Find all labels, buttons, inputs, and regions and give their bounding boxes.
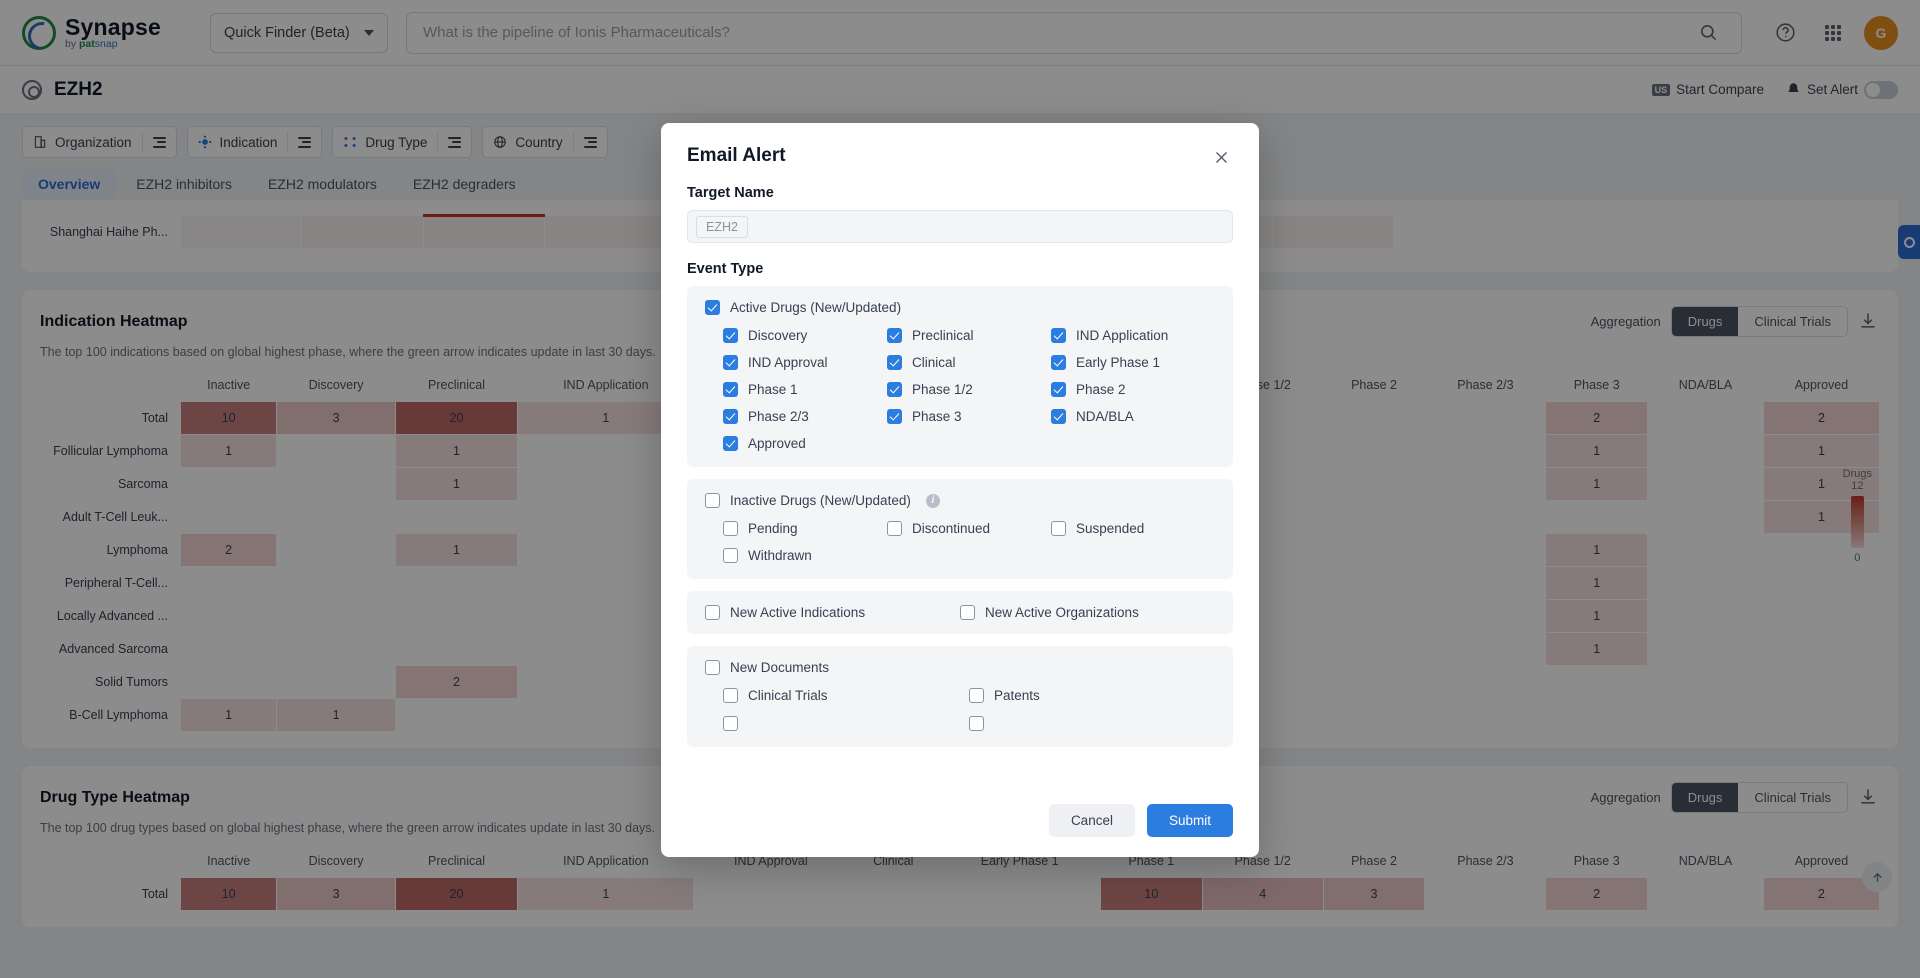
checkbox-discontinued[interactable]: Discontinued bbox=[887, 521, 1051, 536]
target-name-label: Target Name bbox=[687, 185, 774, 201]
submit-button[interactable]: Submit bbox=[1146, 804, 1233, 837]
checkbox-patents[interactable]: Patents bbox=[969, 688, 1215, 703]
checkbox-box[interactable] bbox=[1051, 521, 1066, 536]
checkbox-new-active-organizations[interactable]: New Active Organizations bbox=[960, 605, 1215, 620]
checkbox-label: Phase 2 bbox=[1076, 382, 1126, 397]
event-type-label: Event Type bbox=[687, 261, 764, 277]
checkbox-box[interactable] bbox=[723, 355, 738, 370]
checkbox-clinical-trials[interactable]: Clinical Trials bbox=[723, 688, 969, 703]
checkbox-box[interactable] bbox=[887, 382, 902, 397]
new-documents-group: New Documents Clinical Trials Patents bbox=[687, 646, 1233, 747]
checkbox-discovery[interactable]: Discovery bbox=[723, 328, 887, 343]
checkbox-label: Patents bbox=[994, 688, 1040, 703]
checkbox-label: Phase 3 bbox=[912, 409, 962, 424]
info-icon[interactable]: i bbox=[925, 493, 940, 508]
inactive-drugs-children: Pending Discontinued Suspended Withdrawn bbox=[723, 521, 1215, 563]
checkbox-box[interactable] bbox=[1051, 409, 1066, 424]
checkbox-label: New Active Indications bbox=[730, 605, 866, 620]
target-name-input: EZH2 bbox=[687, 210, 1233, 243]
checkbox-box[interactable] bbox=[1051, 328, 1066, 343]
checkbox-box[interactable] bbox=[723, 716, 738, 731]
checkbox-ind-application[interactable]: IND Application bbox=[1051, 328, 1215, 343]
checkbox-overflow-a[interactable] bbox=[723, 716, 969, 731]
checkbox-box[interactable] bbox=[723, 436, 738, 451]
checkbox-label: Preclinical bbox=[912, 328, 974, 343]
checkbox-box[interactable] bbox=[887, 355, 902, 370]
modal-body[interactable]: Target Name EZH2 Event Type Active Drugs… bbox=[661, 175, 1259, 790]
checkbox-approved[interactable]: Approved bbox=[723, 436, 887, 451]
checkbox-phase-3[interactable]: Phase 3 bbox=[887, 409, 1051, 424]
checkbox-phase-2-3[interactable]: Phase 2/3 bbox=[723, 409, 887, 424]
checkbox-overflow-b[interactable] bbox=[969, 716, 1215, 731]
checkbox-nda-bla[interactable]: NDA/BLA bbox=[1051, 409, 1215, 424]
checkbox-active-drugs[interactable]: Active Drugs (New/Updated) bbox=[705, 300, 1215, 315]
email-alert-modal: Email Alert Target Name EZH2 Event Type … bbox=[661, 123, 1259, 857]
checkbox-box[interactable] bbox=[723, 548, 738, 563]
checkbox-box[interactable] bbox=[723, 521, 738, 536]
checkbox-label: NDA/BLA bbox=[1076, 409, 1134, 424]
checkbox-box[interactable] bbox=[887, 409, 902, 424]
new-documents-children-overflow bbox=[723, 716, 1215, 731]
checkbox-box[interactable] bbox=[705, 660, 720, 675]
checkbox-box[interactable] bbox=[723, 382, 738, 397]
checkbox-inactive-drugs[interactable]: Inactive Drugs (New/Updated) i bbox=[705, 493, 1215, 508]
checkbox-label: Clinical Trials bbox=[748, 688, 828, 703]
new-active-group: New Active Indications New Active Organi… bbox=[687, 591, 1233, 634]
event-type-groups: Active Drugs (New/Updated) Discovery Precl… bbox=[687, 286, 1233, 579]
checkbox-box[interactable] bbox=[723, 409, 738, 424]
checkbox-label: Discovery bbox=[748, 328, 808, 343]
checkbox-withdrawn[interactable]: Withdrawn bbox=[723, 548, 887, 563]
checkbox-label: Discontinued bbox=[912, 521, 991, 536]
checkbox-preclinical[interactable]: Preclinical bbox=[887, 328, 1051, 343]
checkbox-label: Pending bbox=[748, 521, 798, 536]
checkbox-phase-2[interactable]: Phase 2 bbox=[1051, 382, 1215, 397]
checkbox-label: New Active Organizations bbox=[985, 605, 1139, 620]
checkbox-label: Active Drugs (New/Updated) bbox=[730, 300, 902, 315]
inactive-drugs-group: Inactive Drugs (New/Updated) i Pending Disc… bbox=[687, 479, 1233, 579]
checkbox-label: Early Phase 1 bbox=[1076, 355, 1161, 370]
checkbox-phase-1-2[interactable]: Phase 1/2 bbox=[887, 382, 1051, 397]
checkbox-label: Phase 1/2 bbox=[912, 382, 973, 397]
modal-title: Email Alert bbox=[687, 145, 786, 166]
checkbox-box[interactable] bbox=[705, 605, 720, 620]
checkbox-ind-approval[interactable]: IND Approval bbox=[723, 355, 887, 370]
new-active-row: New Active Indications New Active Organi… bbox=[705, 605, 1215, 620]
checkbox-box[interactable] bbox=[1051, 355, 1066, 370]
modal-footer: Cancel Submit bbox=[661, 790, 1259, 857]
checkbox-clinical[interactable]: Clinical bbox=[887, 355, 1051, 370]
checkbox-box[interactable] bbox=[969, 688, 984, 703]
new-documents-children: Clinical Trials Patents bbox=[723, 688, 1215, 703]
target-name-tag: EZH2 bbox=[696, 215, 748, 238]
checkbox-new-documents[interactable]: New Documents bbox=[705, 660, 1215, 675]
checkbox-label: Suspended bbox=[1076, 521, 1145, 536]
checkbox-box[interactable] bbox=[705, 493, 720, 508]
checkbox-box[interactable] bbox=[887, 328, 902, 343]
checkbox-box[interactable] bbox=[887, 521, 902, 536]
modal-header: Email Alert bbox=[661, 123, 1259, 175]
cancel-button[interactable]: Cancel bbox=[1048, 804, 1135, 837]
checkbox-early-phase-1[interactable]: Early Phase 1 bbox=[1051, 355, 1215, 370]
checkbox-label: Withdrawn bbox=[748, 548, 812, 563]
checkbox-label: Phase 1 bbox=[748, 382, 798, 397]
active-drugs-group: Active Drugs (New/Updated) Discovery Precl… bbox=[687, 286, 1233, 467]
checkbox-new-active-indications[interactable]: New Active Indications bbox=[705, 605, 960, 620]
checkbox-box[interactable] bbox=[960, 605, 975, 620]
checkbox-label: Phase 2/3 bbox=[748, 409, 809, 424]
close-icon[interactable] bbox=[1209, 145, 1233, 169]
checkbox-label: Clinical bbox=[912, 355, 956, 370]
checkbox-box[interactable] bbox=[969, 716, 984, 731]
checkbox-label: IND Application bbox=[1076, 328, 1169, 343]
checkbox-label: Inactive Drugs (New/Updated) bbox=[730, 493, 911, 508]
checkbox-phase-1[interactable]: Phase 1 bbox=[723, 382, 887, 397]
checkbox-pending[interactable]: Pending bbox=[723, 521, 887, 536]
checkbox-box[interactable] bbox=[723, 688, 738, 703]
checkbox-label: IND Approval bbox=[748, 355, 828, 370]
checkbox-suspended[interactable]: Suspended bbox=[1051, 521, 1215, 536]
checkbox-box[interactable] bbox=[723, 328, 738, 343]
checkbox-box[interactable] bbox=[705, 300, 720, 315]
checkbox-box[interactable] bbox=[1051, 382, 1066, 397]
checkbox-label: Approved bbox=[748, 436, 806, 451]
active-drugs-children: Discovery Preclinical IND Application IND A… bbox=[723, 328, 1215, 451]
checkbox-label: New Documents bbox=[730, 660, 830, 675]
